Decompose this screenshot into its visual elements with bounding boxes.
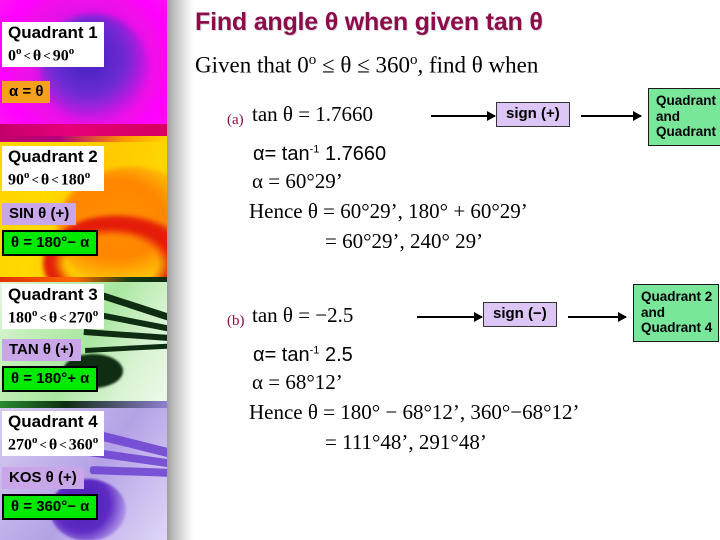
quadrant-4-tag-kos: KOS θ (+) <box>2 467 84 489</box>
part-a-quadrant-box: Quadrant I and Quadrant 3 <box>648 88 720 146</box>
part-b-quadrant-line-3: Quadrant 4 <box>641 320 713 335</box>
part-b-arrow-2 <box>568 312 627 322</box>
quadrant-panel-4: Quadrant 4 270o < θ <360o KOS θ (+) θ = 360… <box>0 401 167 540</box>
part-b-arrow-1 <box>417 312 483 322</box>
part-a-alpha-prefix: α= tan <box>253 143 310 165</box>
quadrant-2-title: Quadrant 2 <box>8 147 98 166</box>
part-a-label: (a) <box>227 112 244 128</box>
part-b-quadrant-box: Quadrant 2 and Quadrant 4 <box>633 284 720 342</box>
part-b-result: = 111°48’, 291°48’ <box>325 430 487 454</box>
quadrant-sidebar: Quadrant 1 0o < θ <90o α = θ Quadrant 2 90o… <box>0 0 167 540</box>
part-a-quadrant-line-1: Quadrant I <box>656 93 720 108</box>
range-low-3: 180 <box>8 309 32 327</box>
quadrant-panel-2: Quadrant 2 90o < θ <180o SIN θ (+) θ = 180°… <box>0 136 167 277</box>
subtitle-pre: Given that 0 <box>195 52 309 78</box>
range-high-3: 270 <box>68 309 93 327</box>
slide-canvas: Quadrant 1 0o < θ <90o α = θ Quadrant 2 90o… <box>0 0 720 540</box>
part-a-arrow-2 <box>581 111 642 121</box>
part-b-sign-box: sign (−) <box>483 302 557 327</box>
quadrant-4-range: 270o < θ <360o <box>8 434 99 454</box>
slide-subtitle: Given that 0o ≤ θ ≤ 360o, find θ when <box>195 52 539 78</box>
quadrant-3-tag-tan: TAN θ (+) <box>2 339 81 361</box>
part-a-result: = 60°29’, 240° 29’ <box>325 229 484 253</box>
sidebar-shadow <box>167 0 193 540</box>
range-low-4: 270 <box>8 436 32 454</box>
part-b-quadrant-line-2: and <box>641 304 666 320</box>
quadrant-2-range: 90o < θ <180o <box>8 169 91 189</box>
range-low-1: 0 <box>8 47 16 65</box>
subtitle-post: , find θ when <box>417 52 539 78</box>
quadrant-2-tag-formula: θ = 180°− α <box>2 230 99 256</box>
main-content: Find angle θ when given tan θ Given that… <box>193 0 720 540</box>
part-a-alpha-arctan: α= tan-1 1.7660 <box>253 143 386 166</box>
part-b-alpha-value: α = 68°12’ <box>252 370 343 394</box>
range-low-2: 90 <box>8 171 24 189</box>
decorative-top-rim <box>0 136 167 142</box>
range-high-4: 360 <box>68 436 93 454</box>
part-a-given: tan θ = 1.7660 <box>252 102 374 126</box>
part-b-quadrant-line-1: Quadrant 2 <box>641 289 713 304</box>
quadrant-1-caption: Quadrant 1 0o < θ <90o <box>2 22 104 68</box>
part-a-alpha-value: α = 60°29’ <box>252 169 343 193</box>
slide-title: Find angle θ when given tan θ <box>195 8 543 36</box>
quadrant-4-title: Quadrant 4 <box>8 412 98 431</box>
quadrant-3-range: 180o < θ <270o <box>8 307 99 327</box>
part-a-alpha-arg: 1.7660 <box>319 143 387 165</box>
part-a-arrow-1 <box>431 111 496 121</box>
part-a-sign-box: sign (+) <box>496 102 570 127</box>
quadrant-1-tag-alpha: α = θ <box>2 81 51 103</box>
quadrant-3-title: Quadrant 3 <box>8 285 98 304</box>
subtitle-mid: ≤ θ ≤ 360 <box>316 52 410 78</box>
quadrant-2-tag-sin: SIN θ (+) <box>2 203 77 225</box>
part-b-given: tan θ = −2.5 <box>252 303 354 327</box>
part-a-alpha-exponent: -1 <box>309 143 320 156</box>
quadrant-panel-1: Quadrant 1 0o < θ <90o α = θ <box>0 0 167 136</box>
part-b-alpha-prefix: α= tan <box>253 344 310 366</box>
part-b-hence: Hence θ = 180° − 68°12’, 360°−68°12’ <box>249 400 580 424</box>
part-b-alpha-arg: 2.5 <box>319 344 353 366</box>
decorative-band <box>0 124 167 136</box>
part-a-hence: Hence θ = 60°29’, 180° + 60°29’ <box>249 199 528 223</box>
quadrant-1-range: 0o < θ <90o <box>8 45 75 65</box>
part-a-quadrant-line-3: Quadrant 3 <box>656 124 720 139</box>
quadrant-3-caption: Quadrant 3 180o < θ <270o <box>2 284 105 330</box>
quadrant-1-title: Quadrant 1 <box>8 23 98 42</box>
quadrant-4-tag-formula: θ = 360°− α <box>2 494 99 520</box>
range-high-1: 90 <box>52 47 69 65</box>
part-a-quadrant-line-2: and <box>656 108 681 124</box>
quadrant-3-tag-formula: θ = 180°+ α <box>2 366 99 392</box>
range-high-2: 180 <box>60 171 85 189</box>
decorative-top-rim <box>0 277 167 282</box>
part-b-label: (b) <box>227 313 245 329</box>
quadrant-panel-3: Quadrant 3 180o < θ <270o TAN θ (+) θ = 180… <box>0 277 167 401</box>
part-b-alpha-exponent: -1 <box>309 344 320 357</box>
part-b-alpha-arctan: α= tan-1 2.5 <box>253 344 353 367</box>
quadrant-4-caption: Quadrant 4 270o < θ <360o <box>2 411 105 457</box>
quadrant-2-caption: Quadrant 2 90o < θ <180o <box>2 146 104 192</box>
decorative-top-rim <box>0 401 167 408</box>
